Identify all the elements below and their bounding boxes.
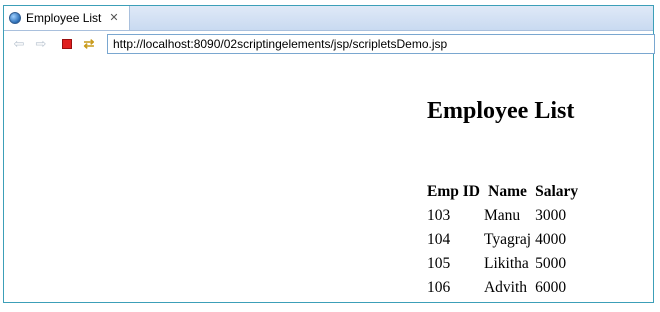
salary-cell: 3000 (535, 207, 567, 224)
table-header-row: Emp ID Name Salary (426, 181, 579, 203)
salary-cell: 4000 (535, 231, 567, 248)
close-icon[interactable]: ✕ (109, 12, 118, 24)
toolbar: ⇦ ⇨ ⇄ http://localhost:8090/02scriptinge… (4, 31, 655, 57)
emp-id-cell: 105 (427, 255, 451, 272)
table-row: 105 Likitha 5000 (426, 253, 579, 275)
back-arrow-icon[interactable]: ⇦ (12, 37, 26, 51)
name-cell: Manu (483, 207, 521, 224)
emp-id-cell: 104 (427, 231, 451, 248)
page-heading: Employee List (427, 98, 575, 124)
column-header: Emp ID (427, 183, 480, 200)
browser-frame: Employee List ✕ ⇦ ⇨ ⇄ http://localhost:8… (3, 5, 655, 303)
table-row: 104 Tyagraj 4000 (426, 229, 579, 251)
name-cell: Likitha (483, 255, 529, 272)
tab-employee-list[interactable]: Employee List ✕ (4, 6, 130, 30)
name-cell: Advith (483, 279, 528, 296)
page-content: Employee List Emp ID Name Salary 103 Man… (4, 58, 653, 302)
url-field[interactable]: http://localhost:8090/02scriptingelement… (107, 34, 655, 54)
forward-arrow-icon[interactable]: ⇨ (34, 37, 48, 51)
globe-icon (9, 12, 21, 24)
salary-cell: 6000 (535, 279, 567, 296)
refresh-icon[interactable]: ⇄ (82, 37, 96, 51)
employee-table: Emp ID Name Salary 103 Manu 3000 104 Tya… (424, 179, 581, 301)
salary-cell: 5000 (535, 255, 567, 272)
column-header: Name (488, 183, 527, 200)
emp-id-cell: 106 (427, 279, 451, 296)
table-row: 103 Manu 3000 (426, 205, 579, 227)
emp-id-cell: 103 (427, 207, 451, 224)
tab-bar: Employee List ✕ (4, 6, 653, 31)
tab-title: Employee List (26, 11, 102, 25)
column-header: Salary (535, 183, 579, 200)
table-row: 106 Advith 6000 (426, 277, 579, 299)
stop-icon[interactable] (60, 37, 74, 51)
name-cell: Tyagraj (483, 231, 532, 248)
